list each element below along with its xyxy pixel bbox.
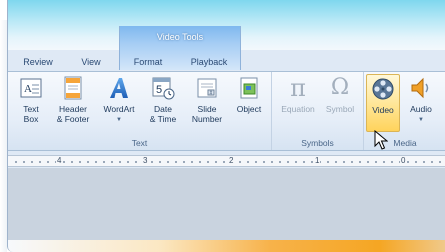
date-time-button[interactable]: 5 Date & Time: [144, 76, 182, 132]
tab-playback[interactable]: Playback: [180, 53, 238, 71]
tab-review[interactable]: Review: [16, 53, 60, 71]
svg-text:A: A: [24, 83, 32, 95]
header-footer-label-2: & Footer: [56, 114, 90, 124]
tab-view[interactable]: View: [74, 53, 108, 71]
ruler-mark: 2: [228, 156, 235, 165]
svg-text:#: #: [210, 91, 213, 97]
wordart-label: WordArt: [103, 104, 135, 114]
text-box-label-2: Box: [23, 114, 39, 124]
text-box-label-1: Text: [23, 104, 39, 114]
symbols-group-label: Symbols: [301, 138, 334, 148]
symbol-label: Symbol: [325, 104, 355, 114]
film-reel-icon: [371, 77, 395, 101]
wordart-button[interactable]: WordArt ▼: [98, 76, 140, 132]
date-time-icon: 5: [151, 76, 175, 100]
object-icon: [237, 76, 261, 100]
video-button[interactable]: Video: [366, 74, 400, 132]
speaker-icon: [409, 76, 433, 100]
text-group-label: Text: [131, 138, 148, 148]
slide-number-icon: #: [195, 76, 219, 100]
audio-dropdown-icon: ▼: [418, 117, 424, 123]
wordart-icon: [107, 76, 131, 100]
audio-button[interactable]: Audio ▼: [404, 76, 438, 132]
mouse-cursor-icon: [374, 130, 388, 150]
symbol-button[interactable]: Ω Symbol: [320, 76, 360, 132]
ruler-mark: 4: [56, 156, 63, 165]
date-time-label-2: & Time: [149, 114, 177, 124]
ruler-ticks: [12, 161, 441, 163]
application-window: Video Tools Review View Format Playback …: [7, 0, 445, 252]
omega-icon: Ω: [330, 75, 350, 100]
header-footer-button[interactable]: Header & Footer: [52, 76, 94, 132]
audio-label: Audio: [410, 104, 432, 114]
text-box-icon: A: [19, 76, 43, 100]
ribbon-tabs: Review View Format Playback: [8, 53, 445, 71]
slide-number-label-2: Number: [191, 114, 223, 124]
ruler-mark: 1: [314, 156, 321, 165]
slide-number-label-1: Slide: [197, 104, 217, 114]
wordart-dropdown-icon: ▼: [116, 117, 122, 123]
ruler-mark: 3: [142, 156, 149, 165]
text-box-button[interactable]: A Text Box: [16, 76, 46, 132]
svg-text:5: 5: [156, 84, 162, 96]
header-footer-label-1: Header: [59, 104, 87, 114]
pi-icon: π: [290, 74, 306, 102]
tab-format[interactable]: Format: [122, 53, 174, 71]
slide-number-button[interactable]: # Slide Number: [186, 76, 228, 132]
context-group-label: Video Tools: [156, 32, 204, 42]
object-button[interactable]: Object: [230, 76, 268, 132]
bottom-accent-bar: [8, 240, 445, 252]
header-footer-icon: [61, 76, 85, 100]
video-label: Video: [372, 105, 394, 115]
equation-label: Equation: [281, 104, 315, 114]
date-time-label-1: Date: [154, 104, 172, 114]
symbols-group: π Equation Ω Symbol Symbols: [272, 72, 364, 150]
ruler-mark: 0: [400, 156, 407, 165]
horizontal-ruler[interactable]: 4 3 2 1 0: [8, 155, 445, 167]
window-edge-shadow: [0, 20, 7, 252]
object-label: Object: [236, 104, 262, 114]
equation-button[interactable]: π Equation: [276, 76, 320, 132]
text-group: A Text Box Header & Footer WordArt ▼ 5 D…: [8, 72, 272, 150]
